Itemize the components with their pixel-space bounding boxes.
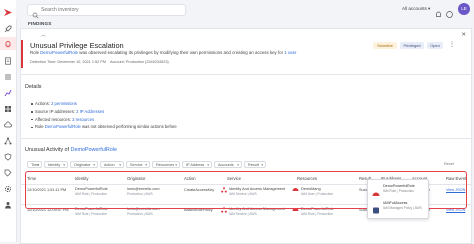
details-item: Actions: 2 permissions <box>31 100 177 108</box>
user-link[interactable]: 1 user <box>284 50 296 55</box>
top-bar: All accounts ▾ LE <box>16 0 474 19</box>
details-item: Affected resources: 3 resources <box>31 116 177 124</box>
finding-panel: ︿ ✕ Unusual Privilege Escalation Role De… <box>20 28 472 244</box>
role-link[interactable]: DemoPowerfulRole <box>71 147 117 153</box>
role-link[interactable]: DemoPowerfulRole <box>45 124 81 129</box>
details-title: Details <box>25 84 42 90</box>
tag-icon[interactable] <box>4 169 12 177</box>
rocket-icon[interactable] <box>4 25 12 33</box>
filter-ip-address[interactable]: IP Address ▾ <box>182 161 212 168</box>
filter-identity[interactable]: Identity ▾ <box>44 161 68 168</box>
status-badge[interactable]: Open <box>427 42 443 49</box>
filter-resources[interactable]: Resources ▾ <box>152 161 180 168</box>
cloud-icon[interactable] <box>4 121 12 129</box>
finding-description: Role DemoPowerfulRole was observed escal… <box>30 50 297 55</box>
search-input[interactable] <box>41 5 181 15</box>
filter-originator[interactable]: Originator ▾ <box>70 161 98 168</box>
details-list: Actions: 2 permissions Source IP address… <box>31 100 177 131</box>
finding-meta: Detection Time: December 10, 2021 1:52 P… <box>30 60 169 64</box>
bell-icon[interactable] <box>4 40 12 48</box>
finding-title: Unusual Privilege Escalation <box>30 41 124 50</box>
filter-action[interactable]: Action ▾ <box>100 161 124 168</box>
reset-button[interactable]: Reset <box>437 161 461 168</box>
shield-icon[interactable] <box>4 153 12 161</box>
app-logo[interactable] <box>3 4 13 16</box>
filter-service[interactable]: Service ▾ <box>126 161 150 168</box>
person-icon[interactable] <box>4 201 12 209</box>
permissions-link[interactable]: 2 permissions <box>51 101 77 106</box>
document-icon[interactable] <box>4 57 12 65</box>
dashboard-icon[interactable] <box>4 105 12 113</box>
popover-item[interactable]: DemoPowerfulRole IAM Role | Production <box>371 182 427 197</box>
network-icon[interactable] <box>4 137 12 145</box>
filter-time[interactable]: Time ▾ <box>27 161 42 168</box>
chart-icon[interactable] <box>4 89 12 97</box>
divider <box>21 138 471 139</box>
bell-icon[interactable] <box>435 5 442 23</box>
collapse-icon[interactable]: ︿ <box>41 32 46 38</box>
filter-accounts[interactable]: Accounts ▾ <box>214 161 242 168</box>
close-icon[interactable]: ✕ <box>461 32 466 38</box>
policy-icon <box>372 201 380 219</box>
breadcrumb: FINDINGS <box>28 21 52 26</box>
list-icon[interactable] <box>4 73 12 81</box>
details-item: Role DemoPowerfulRole was not observed p… <box>31 123 177 131</box>
unusual-activity-title: Unusual Activity of DemoPowerfulRole <box>25 147 117 153</box>
divider <box>21 74 471 75</box>
popover-item[interactable]: IAMFullAccess IAM Managed Policy | AWS <box>371 199 427 214</box>
sidebar <box>0 0 17 242</box>
resources-link[interactable]: 3 resources <box>72 117 94 122</box>
ip-addresses-link[interactable]: 2 IP Addresses <box>76 109 104 114</box>
sensitive-badge: Sensitive <box>373 42 397 49</box>
privileged-badge: Privileged <box>400 42 424 49</box>
resources-popover: DemoPowerfulRole IAM Role | Production I… <box>367 179 429 219</box>
help-icon[interactable] <box>446 5 453 23</box>
details-item: Source IP addresses: 2 IP Addresses <box>31 108 177 116</box>
settings-icon[interactable] <box>4 185 12 193</box>
accounts-dropdown[interactable]: All accounts ▾ <box>402 6 430 12</box>
more-options-icon[interactable]: ⋮ <box>449 41 455 48</box>
filter-result[interactable]: Result ▾ <box>244 161 266 168</box>
search-box[interactable] <box>27 4 186 19</box>
severity-indicator <box>21 40 23 68</box>
avatar[interactable]: LE <box>458 3 470 15</box>
role-link[interactable]: DemoPowerfulRole <box>40 50 78 55</box>
